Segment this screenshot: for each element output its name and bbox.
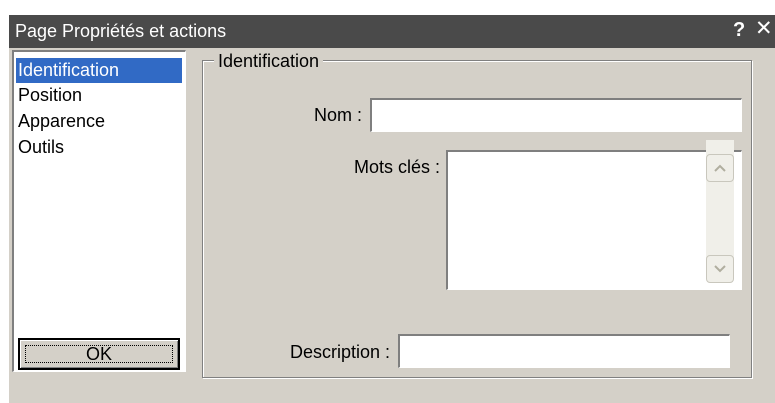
window-title: Page Propriétés et actions [15,21,227,41]
keywords-label: Mots clés : [353,157,440,177]
name-input[interactable] [370,98,742,132]
ok-button[interactable]: OK [18,338,180,370]
list-item-identification[interactable]: Identification [16,58,182,83]
list-item-position[interactable]: Position [16,83,182,108]
close-button[interactable]: ✕ [755,18,773,40]
keywords-scrollbar[interactable] [706,140,734,283]
name-label: Nom : [313,105,362,125]
ok-button-label: OK [85,344,112,364]
title-bar[interactable]: Page Propriétés et actions ? ✕ [9,15,775,48]
group-title: Identification [214,50,324,72]
help-button[interactable]: ? [733,19,745,41]
chevron-up-icon [714,164,726,172]
scroll-down-button[interactable] [706,255,734,283]
chevron-down-icon [714,265,726,273]
scroll-up-button[interactable] [706,154,734,182]
description-input[interactable] [398,334,730,368]
description-label: Description : [289,342,390,362]
keywords-textarea[interactable] [446,150,742,290]
list-item-apparence[interactable]: Apparence [16,109,182,134]
category-list[interactable]: Identification Position Apparence Outils [12,50,186,372]
list-item-outils[interactable]: Outils [16,135,182,160]
